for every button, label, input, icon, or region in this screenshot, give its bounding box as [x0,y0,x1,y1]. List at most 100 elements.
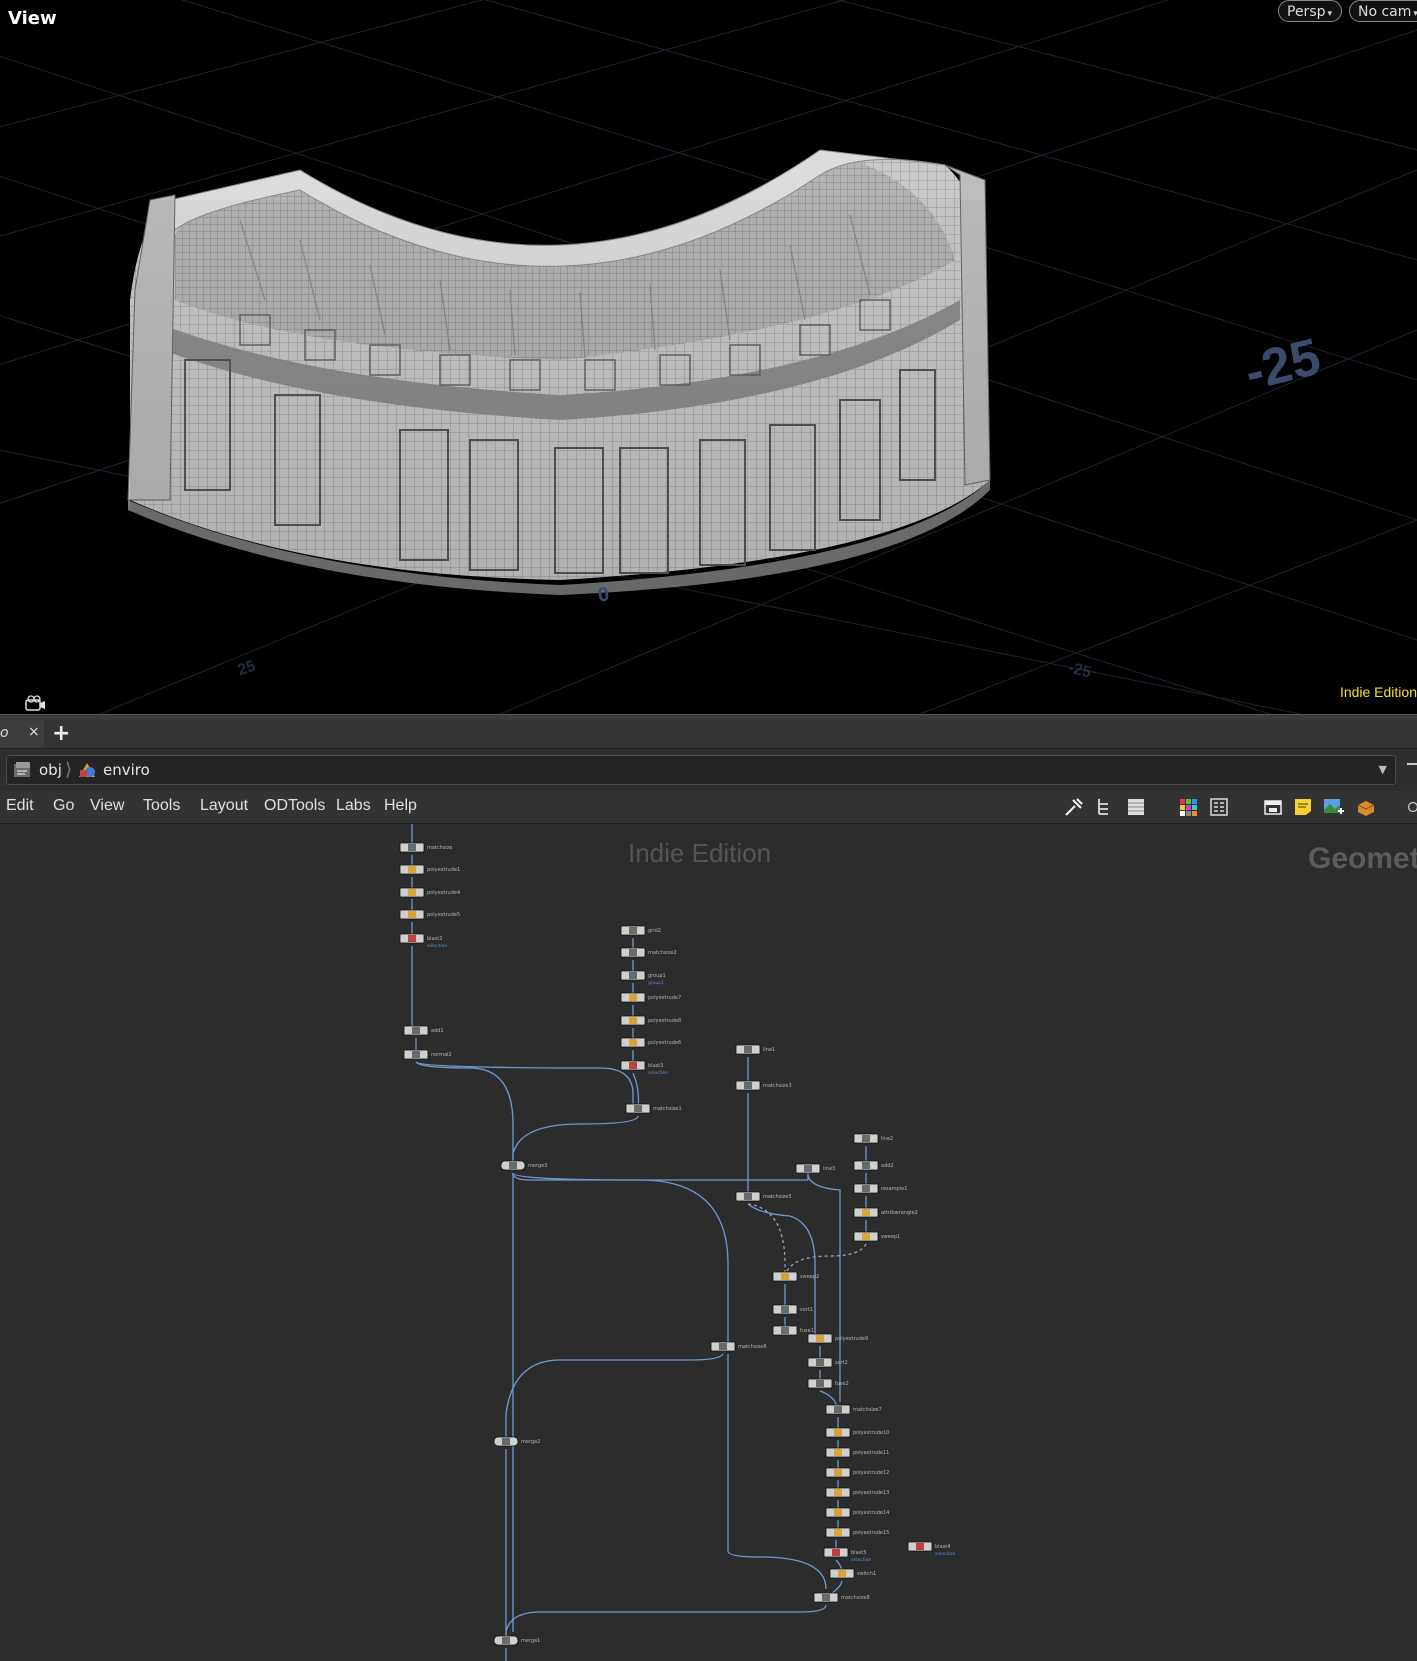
breadcrumb-obj[interactable]: obj [39,761,62,779]
network-node[interactable]: polyextrude9 [807,1333,868,1344]
network-node[interactable]: matchsize5 [735,1191,792,1202]
network-node[interactable]: matchsize7 [825,1404,882,1415]
node-type-icon [629,1039,637,1046]
node-label: fuse1 [800,1328,814,1334]
network-node[interactable]: fuse2 [807,1378,849,1389]
network-node[interactable]: blast4selection [907,1541,955,1557]
menu-bar: Edit Go View Tools Layout ODTools Labs H… [0,791,1417,824]
node-label: polyextrude14 [853,1510,889,1516]
network-box-icon[interactable] [1262,796,1284,818]
3d-viewport[interactable]: View Persp ▾ No cam ▾ -25 0 25 -25 Indie E… [0,0,1417,714]
menu-go[interactable]: Go [53,797,74,815]
network-node[interactable]: matchsize2 [620,947,677,958]
node-label: polyextrude7 [648,995,681,1001]
network-node[interactable]: line2 [853,1133,893,1144]
tree-view-icon[interactable] [1094,796,1116,818]
menu-edit[interactable]: Edit [6,797,34,815]
node-label: polyextrude4 [427,890,460,896]
menu-layout[interactable]: Layout [200,797,248,815]
node-flag-label: selection [935,1551,955,1557]
network-node[interactable]: blast3selection [620,1060,668,1076]
network-node[interactable]: attribwrangle2 [853,1207,918,1218]
node-type-icon [816,1380,824,1387]
network-node[interactable]: polyextrude8 [620,1015,681,1026]
sticky-note-icon[interactable] [1292,796,1314,818]
menu-odtools[interactable]: ODTools [264,797,325,815]
color-palette-icon[interactable] [1177,796,1199,818]
path-field[interactable]: obj ⟩ enviro ▼ [6,755,1396,785]
network-node[interactable]: merge2 [493,1436,540,1447]
camera-icon[interactable] [24,694,46,712]
network-editor[interactable]: Indie Edition Geomet matchsize polyextrud… [0,824,1417,1661]
viewport-scene[interactable] [0,0,1417,714]
network-node[interactable]: polyextrude11 [825,1447,889,1458]
network-node[interactable]: resample1 [853,1183,907,1194]
menu-tools[interactable]: Tools [143,797,180,815]
network-node[interactable]: sort2 [807,1357,848,1368]
network-node[interactable]: polyextrude15 [825,1527,889,1538]
network-node[interactable]: polyextrude5 [399,909,460,920]
node-type-icon [781,1327,789,1334]
node-wire [727,1354,827,1590]
network-node[interactable]: polyextrude10 [825,1427,889,1438]
network-node[interactable]: matchsize1 [625,1103,682,1114]
background-image-icon[interactable] [1322,796,1344,818]
shape-palette-icon[interactable] [1208,796,1230,818]
network-node[interactable]: sort1 [772,1304,813,1315]
node-type-icon [408,911,416,918]
network-node[interactable]: polyextrude7 [620,992,681,1003]
node-type-icon [832,1549,840,1556]
network-node[interactable]: matchsize8 [813,1592,870,1603]
tab-network[interactable]: o × [0,720,44,748]
pane-tab-bar: o × + [0,720,1417,749]
camera-mode-label: Persp [1287,4,1326,20]
network-node[interactable]: polyextrude4 [399,887,460,898]
network-node[interactable]: polyextrude12 [825,1467,889,1478]
network-node[interactable]: switch1 [829,1568,876,1579]
network-node[interactable]: add1 [403,1025,444,1036]
node-type-icon [502,1637,510,1644]
network-node[interactable]: fuse1 [772,1325,814,1336]
pin-icon[interactable] [1407,763,1417,765]
network-node[interactable]: polyextrude14 [825,1507,889,1518]
network-node[interactable]: sweep1 [853,1231,900,1242]
node-wire [807,1175,841,1402]
menu-help[interactable]: Help [384,797,417,815]
network-node[interactable]: add2 [853,1160,894,1171]
network-node[interactable]: line3 [795,1163,835,1174]
network-node[interactable]: polyextrude6 [620,1037,681,1048]
network-node[interactable]: group1group1 [620,970,666,986]
network-node[interactable]: matchsize3 [735,1080,792,1091]
network-node[interactable]: matchsize6 [710,1341,767,1352]
network-node[interactable]: blast5selection [823,1547,871,1563]
node-graph[interactable]: matchsize polyextrude1 polyextrude4 polyext… [0,824,1417,1661]
options-icon[interactable] [1406,796,1417,818]
node-type-icon [629,927,637,934]
network-node[interactable]: polyextrude1 [399,864,460,875]
network-node[interactable]: merge1 [493,1635,540,1646]
network-node[interactable]: line1 [735,1044,775,1055]
node-label: matchsize7 [853,1407,882,1413]
chevron-down-icon[interactable]: ▼ [1379,763,1387,776]
breadcrumb-enviro[interactable]: enviro [103,761,150,779]
network-node[interactable]: normal2 [403,1049,452,1060]
camera-select-button[interactable]: No cam ▾ [1349,0,1417,22]
network-node[interactable]: merge3 [500,1160,547,1171]
network-node[interactable]: sweep2 [772,1271,819,1282]
network-node[interactable]: polyextrude13 [825,1487,889,1498]
camera-mode-button[interactable]: Persp ▾ [1278,0,1342,22]
close-icon[interactable]: × [28,724,40,740]
node-type-icon [408,935,416,942]
node-label: attribwrangle2 [881,1210,918,1216]
node-label: polyextrude6 [648,1040,681,1046]
network-node[interactable]: grid2 [620,925,661,936]
add-tab-button[interactable]: + [52,720,70,748]
node-label: line3 [823,1166,835,1172]
dependency-icon[interactable] [1355,796,1377,818]
network-node[interactable]: blast2selection [399,933,447,949]
wrench-icon[interactable] [1063,796,1085,818]
list-view-icon[interactable] [1125,796,1147,818]
menu-labs[interactable]: Labs [336,797,371,815]
menu-view[interactable]: View [90,797,124,815]
network-node[interactable]: matchsize [399,842,453,853]
